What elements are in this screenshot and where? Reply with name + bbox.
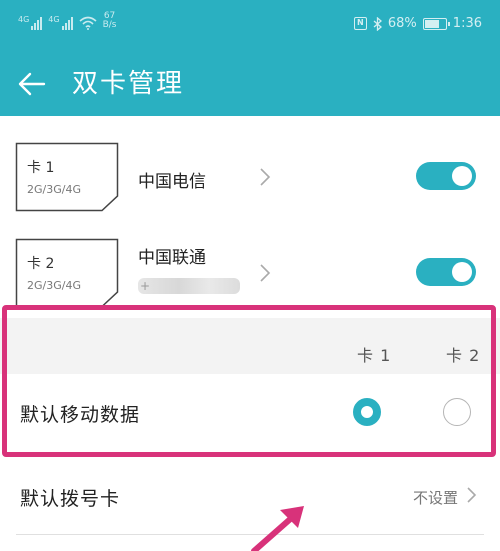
sim-2-phone-number-masked: +: [138, 278, 240, 294]
signal-icon: 4G: [48, 15, 73, 30]
page-title: 双卡管理: [72, 69, 185, 99]
column-card-1: 卡 1: [357, 346, 392, 365]
app-bar: 双卡管理: [0, 52, 500, 116]
sim-card-2-graphic: 卡 2 2G/3G/4G: [15, 238, 119, 308]
sim-row-1[interactable]: 卡 1 2G/3G/4G 中国电信: [0, 134, 500, 224]
sim-card-1-graphic: 卡 1 2G/3G/4G: [15, 142, 119, 212]
default-dial-card-value: 不设置: [412, 489, 458, 507]
speed-unit: B/s: [102, 20, 117, 30]
status-bar: 4G 4G 67 B/s N 68% 1:36: [0, 0, 500, 52]
toggle-knob: [452, 166, 472, 186]
sim-card-1-network-types: 2G/3G/4G: [27, 183, 81, 196]
sim-card-1-label: 卡 1: [27, 160, 55, 176]
nfc-icon: N: [353, 17, 367, 30]
signal-icon: 4G: [18, 15, 43, 30]
top-bar: 4G 4G 67 B/s N 68% 1:36 双卡管理: [0, 0, 500, 116]
toggle-knob: [452, 262, 472, 282]
chevron-right-icon[interactable]: [258, 167, 272, 187]
battery-icon: [422, 17, 450, 30]
sim-card-2-label: 卡 2: [27, 256, 55, 272]
wifi-icon: [79, 16, 97, 30]
sim-row-2[interactable]: 卡 2 2G/3G/4G 中国联通 +: [0, 230, 500, 320]
back-arrow-icon[interactable]: [14, 66, 50, 102]
dual-sim-screen: 4G 4G 67 B/s N 68% 1:36 双卡管理 卡 1 2G/3G/4…: [0, 0, 500, 551]
column-card-2: 卡 2: [446, 346, 481, 365]
mobile-data-radio-card-2[interactable]: [443, 398, 471, 426]
sim-1-carrier: 中国电信: [138, 172, 206, 192]
default-mobile-data-label: 默认移动数据: [20, 404, 141, 426]
default-section-header: 卡 1 卡 2: [0, 318, 500, 374]
default-mobile-data-row: 默认移动数据: [0, 374, 500, 452]
sim-1-toggle[interactable]: [416, 162, 476, 190]
sim1-network-label: 4G: [18, 15, 30, 24]
chevron-right-icon[interactable]: [258, 263, 272, 283]
chevron-right-icon: [467, 487, 477, 503]
default-dial-card-row[interactable]: 默认拨号卡 不设置: [0, 460, 500, 530]
clock: 1:36: [452, 16, 482, 31]
sim-2-toggle[interactable]: [416, 258, 476, 286]
status-right: N 68% 1:36: [353, 16, 482, 31]
mobile-data-radio-card-1[interactable]: [353, 398, 381, 426]
sim2-network-label: 4G: [48, 15, 60, 24]
battery-percent: 68%: [387, 16, 417, 31]
network-speed: 67 B/s: [103, 12, 117, 30]
divider: [16, 534, 484, 535]
sim-card-2-network-types: 2G/3G/4G: [27, 279, 81, 292]
sim-2-carrier: 中国联通: [138, 248, 206, 268]
bluetooth-icon: [373, 16, 382, 31]
status-left: 4G 4G 67 B/s: [18, 12, 117, 30]
default-dial-card-label: 默认拨号卡: [20, 488, 121, 510]
